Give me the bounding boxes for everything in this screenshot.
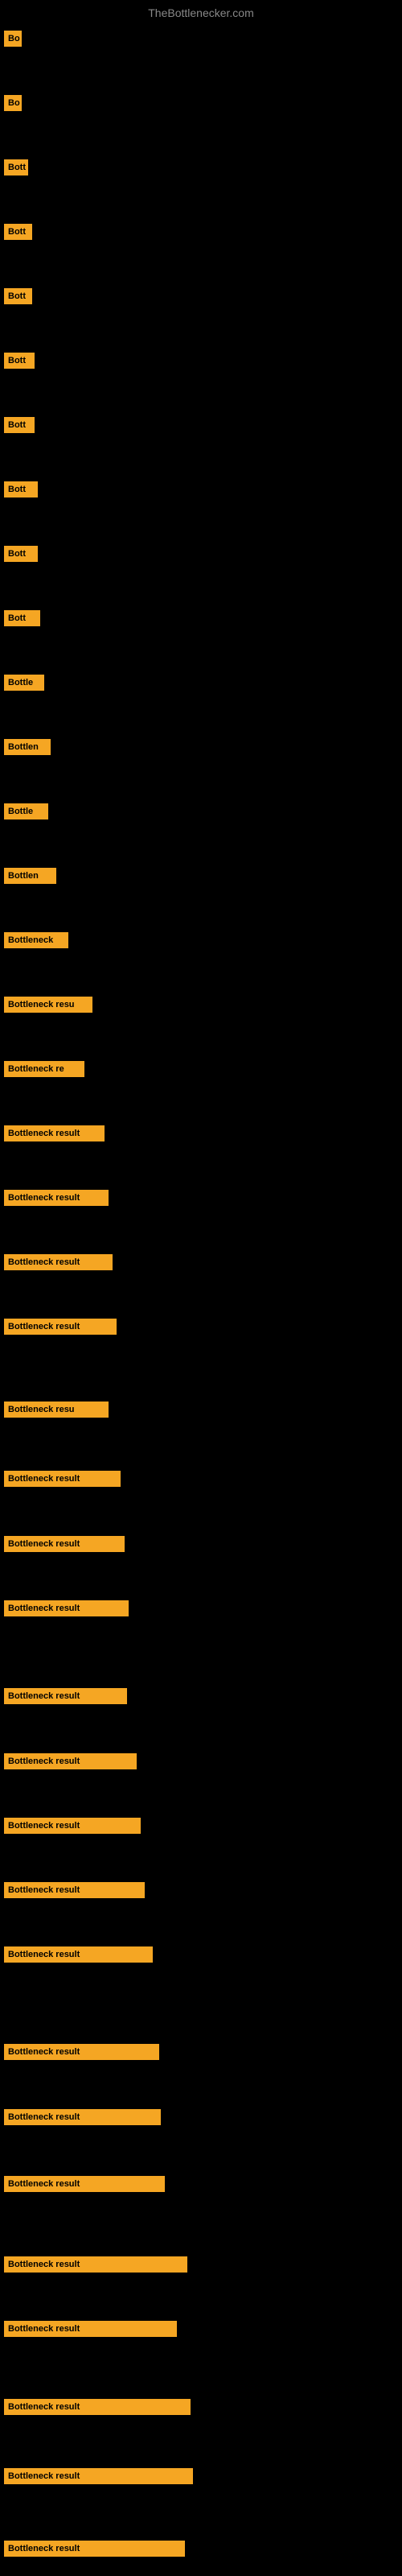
bottleneck-label-9: Bott [4, 610, 40, 626]
site-title: TheBottlenecker.com [0, 0, 402, 26]
list-item: Bottle [0, 797, 402, 826]
bottleneck-label-14: Bottleneck [4, 932, 68, 948]
list-item: Bottleneck result [0, 2103, 402, 2132]
list-item: Bott [0, 604, 402, 633]
list-item: Bott [0, 475, 402, 504]
list-item: Bottleneck [0, 926, 402, 955]
bottleneck-label-35: Bottleneck result [4, 2399, 191, 2415]
list-item: Bott [0, 539, 402, 568]
bottleneck-label-8: Bott [4, 546, 38, 562]
list-item: Bottleneck result [0, 2314, 402, 2343]
bottleneck-label-26: Bottleneck result [4, 1753, 137, 1769]
bottleneck-label-23: Bottleneck result [4, 1536, 125, 1552]
bottleneck-label-29: Bottleneck result [4, 2044, 159, 2060]
bottleneck-label-0: Bo [4, 31, 22, 47]
bottleneck-label-37: Bottleneck result [4, 2541, 185, 2557]
bottleneck-label-21: Bottleneck resu [4, 1402, 109, 1418]
bottleneck-label-13: Bottlen [4, 868, 56, 884]
bottleneck-label-11: Bottlen [4, 739, 51, 755]
list-item: Bottleneck result [0, 1312, 402, 1341]
list-item: Bottleneck result [0, 1594, 402, 1623]
list-item: Bottleneck result [0, 2250, 402, 2279]
bottleneck-label-4: Bott [4, 288, 32, 304]
bottleneck-label-10: Bottle [4, 675, 44, 691]
bottleneck-label-25: Bottleneck result [4, 1688, 127, 1704]
bottleneck-label-2: Bott [4, 159, 28, 175]
bottleneck-label-31: Bottleneck result [4, 2109, 161, 2125]
list-item: Bottlen [0, 861, 402, 890]
items-container: BoBoBottBottBottBottBottBottBottBottBott… [0, 24, 402, 40]
list-item: Bottleneck result [0, 1940, 402, 1969]
list-item: Bottleneck result [0, 2534, 402, 2563]
list-item: Bo [0, 89, 402, 118]
bottleneck-label-3: Bott [4, 224, 32, 240]
bottleneck-label-33: Bottleneck result [4, 2256, 187, 2273]
list-item: Bottleneck result [0, 2462, 402, 2491]
bottleneck-label-20: Bottleneck result [4, 1319, 117, 1335]
list-item: Bott [0, 153, 402, 182]
list-item: Bottleneck result [0, 2169, 402, 2198]
list-item: Bottleneck result [0, 1876, 402, 1905]
list-item: Bottleneck resu [0, 990, 402, 1019]
bottleneck-label-32: Bottleneck result [4, 2176, 165, 2192]
bottleneck-label-5: Bott [4, 353, 35, 369]
list-item: Bott [0, 282, 402, 311]
list-item: Bott [0, 411, 402, 440]
bottleneck-label-1: Bo [4, 95, 22, 111]
list-item: Bottleneck result [0, 1682, 402, 1711]
list-item: Bottleneck result [0, 1464, 402, 1493]
bottleneck-label-27: Bottleneck result [4, 1818, 141, 1834]
bottleneck-label-15: Bottleneck resu [4, 997, 92, 1013]
list-item: Bott [0, 346, 402, 375]
bottleneck-label-17: Bottleneck result [4, 1125, 105, 1141]
list-item: Bottleneck result [0, 1530, 402, 1558]
bottleneck-label-28: Bottleneck result [4, 1882, 145, 1898]
list-item: Bottleneck result [0, 1119, 402, 1148]
list-item: Bottlen [0, 733, 402, 762]
list-item: Bottle [0, 668, 402, 697]
list-item: Bottleneck result [0, 2392, 402, 2421]
bottleneck-label-18: Bottleneck result [4, 1190, 109, 1206]
list-item: Bottleneck resu [0, 1395, 402, 1424]
bottleneck-label-7: Bott [4, 481, 38, 497]
bottleneck-label-34: Bottleneck result [4, 2321, 177, 2337]
bottleneck-label-19: Bottleneck result [4, 1254, 113, 1270]
list-item: Bottleneck result [0, 1747, 402, 1776]
bottleneck-label-36: Bottleneck result [4, 2468, 193, 2484]
list-item: Bottleneck re [0, 1055, 402, 1084]
list-item: Bottleneck result [0, 1811, 402, 1840]
bottleneck-label-16: Bottleneck re [4, 1061, 84, 1077]
list-item: Bott [0, 217, 402, 246]
bottleneck-label-30: Bottleneck result [4, 1946, 153, 1963]
list-item: Bottleneck result [0, 1183, 402, 1212]
bottleneck-label-22: Bottleneck result [4, 1471, 121, 1487]
list-item: Bo [0, 24, 402, 53]
bottleneck-label-12: Bottle [4, 803, 48, 819]
bottleneck-label-6: Bott [4, 417, 35, 433]
bottleneck-label-24: Bottleneck result [4, 1600, 129, 1616]
list-item: Bottleneck result [0, 2037, 402, 2066]
list-item: Bottleneck result [0, 1248, 402, 1277]
